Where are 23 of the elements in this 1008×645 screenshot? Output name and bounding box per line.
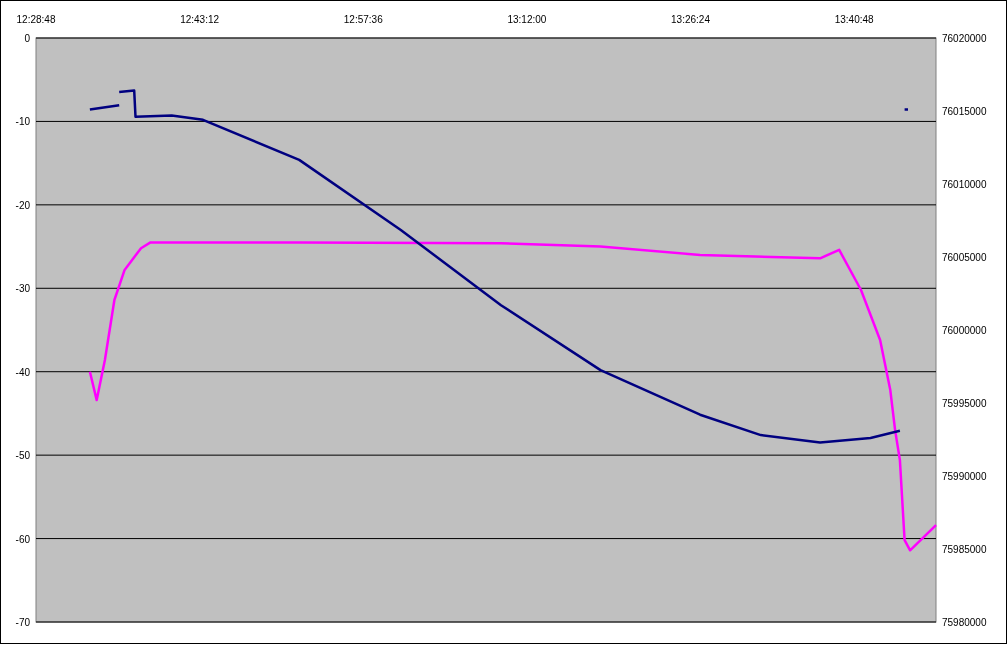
x-axis-label: 12:28:48 (16, 14, 56, 25)
y-axis-label: -50 (15, 450, 30, 462)
secondary-axis-label: 76000000 (942, 325, 987, 336)
secondary-axis-label: 76010000 (942, 179, 987, 190)
y-axis-label: -20 (15, 199, 30, 211)
x-axis-label: 12:57:36 (343, 14, 383, 25)
x-axis-label: 13:26:24 (671, 14, 710, 25)
secondary-axis-label: 76015000 (942, 106, 987, 117)
secondary-axis-label: 76005000 (942, 252, 987, 263)
secondary-axis-label: 75980000 (942, 617, 987, 628)
secondary-axis-label: 75985000 (942, 544, 987, 555)
y-axis-label: 0 (24, 33, 30, 44)
x-axis-label: 13:12:00 (507, 14, 547, 25)
secondary-axis-label: 75990000 (942, 471, 987, 482)
x-axis-label: 12:43:12 (180, 14, 220, 25)
y-axis-label: -40 (15, 366, 30, 378)
y-axis-label: -70 (15, 617, 30, 628)
x-axis-label: 13:40:48 (834, 14, 874, 25)
secondary-axis-label: 76020000 (942, 33, 987, 44)
secondary-axis-label: 75995000 (942, 398, 987, 409)
y-axis-label: -30 (15, 283, 30, 295)
y-axis-label: -10 (15, 116, 30, 128)
y-axis-label: -60 (15, 533, 30, 545)
